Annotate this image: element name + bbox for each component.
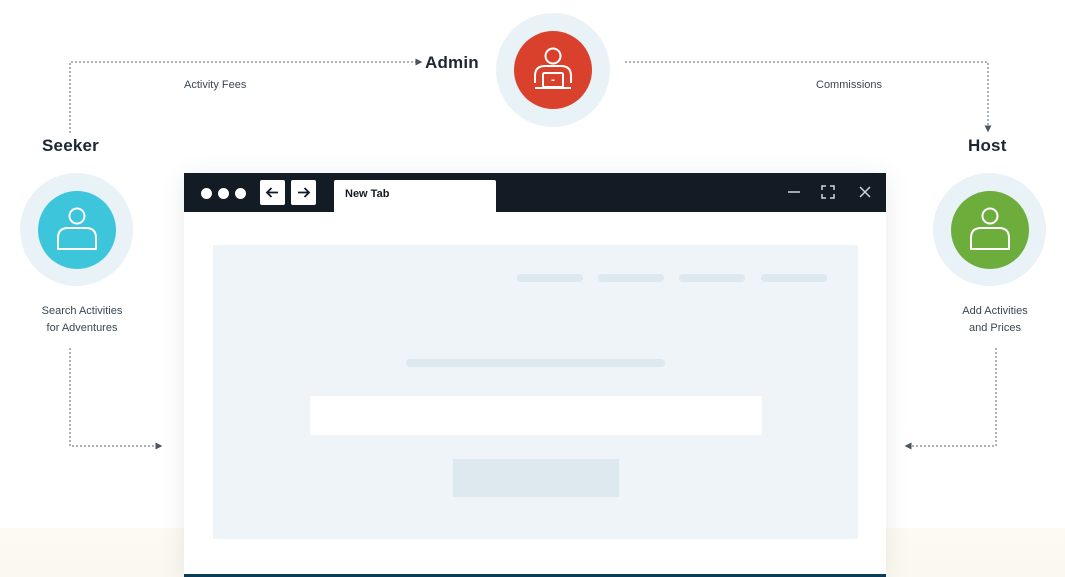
seeker-title: Seeker bbox=[42, 136, 99, 155]
host-caption-line2: and Prices bbox=[969, 322, 1021, 334]
host-node bbox=[933, 173, 1046, 286]
maximize-icon[interactable] bbox=[819, 183, 837, 201]
host-caption-line1: Add Activities bbox=[962, 305, 1028, 317]
edge-admin-host bbox=[625, 61, 992, 133]
window-dot-icon bbox=[201, 188, 212, 199]
forward-button[interactable] bbox=[291, 180, 316, 205]
close-icon[interactable] bbox=[856, 183, 874, 201]
nav-placeholder bbox=[517, 274, 583, 282]
seeker-node bbox=[20, 173, 133, 286]
tab-new-tab[interactable]: New Tab bbox=[334, 180, 496, 212]
search-button-placeholder bbox=[453, 459, 619, 497]
nav-placeholder bbox=[598, 274, 664, 282]
window-dot-icon bbox=[235, 188, 246, 199]
admin-laptop-user-icon bbox=[514, 31, 592, 109]
minimize-icon[interactable] bbox=[785, 183, 803, 201]
browser-titlebar: New Tab bbox=[184, 173, 886, 212]
arrow-right-icon bbox=[298, 187, 311, 198]
host-caption: Add Activities and Prices bbox=[925, 303, 1065, 337]
tab-label: New Tab bbox=[345, 188, 390, 200]
host-user-icon bbox=[951, 191, 1029, 269]
seeker-caption-line1: Search Activities bbox=[41, 305, 123, 317]
back-button[interactable] bbox=[260, 180, 285, 205]
admin-title: Admin bbox=[425, 53, 479, 72]
search-input-placeholder bbox=[310, 396, 762, 435]
edge-label-commissions: Commissions bbox=[816, 79, 883, 91]
edge-seeker-browser bbox=[69, 348, 163, 450]
edge-host-browser bbox=[904, 348, 997, 450]
heading-placeholder bbox=[406, 359, 665, 367]
nav-placeholder bbox=[679, 274, 745, 282]
page-placeholder bbox=[213, 245, 858, 539]
host-title: Host bbox=[968, 136, 1007, 155]
admin-node bbox=[496, 13, 610, 127]
edge-label-activity-fees: Activity Fees bbox=[184, 79, 247, 91]
seeker-caption: Search Activities for Adventures bbox=[12, 303, 152, 337]
nav-placeholder bbox=[761, 274, 827, 282]
seeker-caption-line2: for Adventures bbox=[46, 322, 118, 334]
browser-window: New Tab bbox=[184, 173, 886, 577]
seeker-user-icon bbox=[38, 191, 116, 269]
window-dot-icon bbox=[218, 188, 229, 199]
edge-seeker-admin bbox=[69, 58, 423, 133]
arrow-left-icon bbox=[265, 187, 278, 198]
